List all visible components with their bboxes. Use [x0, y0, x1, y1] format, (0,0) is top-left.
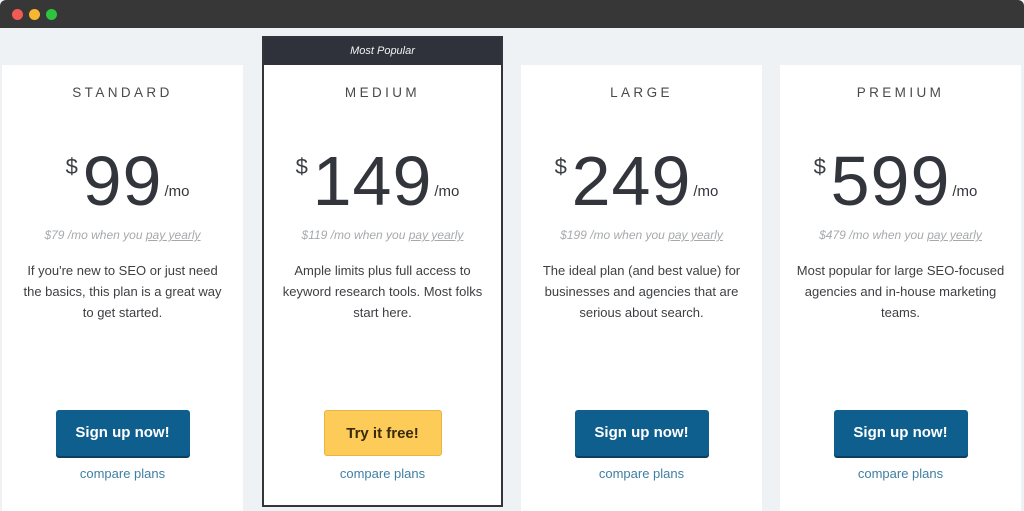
price: $ 599 /mo: [780, 146, 1021, 226]
yearly-price-text: $199 /mo when you: [560, 228, 669, 242]
plan-name: PREMIUM: [856, 85, 945, 100]
plan-description: Most popular for large SEO-focused agenc…: [796, 263, 1005, 320]
minimize-window-button[interactable]: [29, 9, 40, 20]
currency-symbol: $: [65, 154, 78, 179]
sign-up-button[interactable]: Sign up now!: [833, 410, 968, 456]
plan-description: The ideal plan (and best value) for busi…: [542, 263, 741, 320]
price-period: /mo: [434, 183, 460, 200]
plan-card-medium: Most Popular MEDIUM $ 149 /mo $119 /mo w…: [262, 36, 503, 507]
plan-card-premium: PREMIUM $ 599 /mo $479 /mo when you pay …: [780, 65, 1021, 511]
pay-yearly-link[interactable]: pay yearly: [927, 228, 982, 242]
close-window-button[interactable]: [12, 9, 23, 20]
price-amount: 599: [830, 142, 951, 220]
price: $ 249 /mo: [521, 146, 762, 226]
price-amount: 99: [82, 142, 163, 220]
plan-card-standard: STANDARD $ 99 /mo $79 /mo when you pay y…: [2, 65, 243, 511]
price-period: /mo: [164, 183, 190, 200]
plan-card-large: LARGE $ 249 /mo $199 /mo when you pay ye…: [521, 65, 762, 511]
currency-symbol: $: [554, 154, 567, 179]
try-free-button[interactable]: Try it free!: [323, 410, 442, 456]
price: $ 99 /mo: [2, 146, 243, 226]
price-amount: 249: [571, 142, 692, 220]
window-titlebar: [0, 0, 1024, 28]
yearly-price-text: $119 /mo when you: [301, 228, 409, 242]
pay-yearly-link[interactable]: pay yearly: [146, 228, 201, 242]
price: $ 149 /mo: [264, 146, 501, 226]
yearly-price-note: $479 /mo when you pay yearly: [780, 226, 1021, 244]
maximize-window-button[interactable]: [46, 9, 57, 20]
pay-yearly-link[interactable]: pay yearly: [668, 228, 723, 242]
sign-up-button[interactable]: Sign up now!: [574, 410, 709, 456]
pay-yearly-link[interactable]: pay yearly: [409, 228, 464, 242]
plan-name: STANDARD: [72, 85, 173, 100]
sign-up-button[interactable]: Sign up now!: [55, 410, 190, 456]
price-period: /mo: [952, 183, 978, 200]
plan-description: Ample limits plus full access to keyword…: [282, 263, 483, 320]
price-amount: 149: [312, 142, 433, 220]
yearly-price-note: $79 /mo when you pay yearly: [2, 226, 243, 244]
plan-description: If you're new to SEO or just need the ba…: [23, 263, 222, 320]
compare-plans-link[interactable]: compare plans: [780, 466, 1021, 481]
compare-plans-link[interactable]: compare plans: [264, 466, 501, 481]
compare-plans-link[interactable]: compare plans: [2, 466, 243, 481]
plan-name: LARGE: [610, 85, 673, 100]
price-period: /mo: [693, 183, 719, 200]
plan-name: MEDIUM: [344, 85, 421, 100]
currency-symbol: $: [295, 154, 308, 179]
compare-plans-link[interactable]: compare plans: [521, 466, 762, 481]
yearly-price-note: $119 /mo when you pay yearly: [264, 226, 501, 244]
yearly-price-text: $79 /mo when you: [44, 228, 146, 242]
most-popular-badge: Most Popular: [264, 38, 501, 65]
yearly-price-note: $199 /mo when you pay yearly: [521, 226, 762, 244]
yearly-price-text: $479 /mo when you: [819, 228, 928, 242]
currency-symbol: $: [813, 154, 826, 179]
